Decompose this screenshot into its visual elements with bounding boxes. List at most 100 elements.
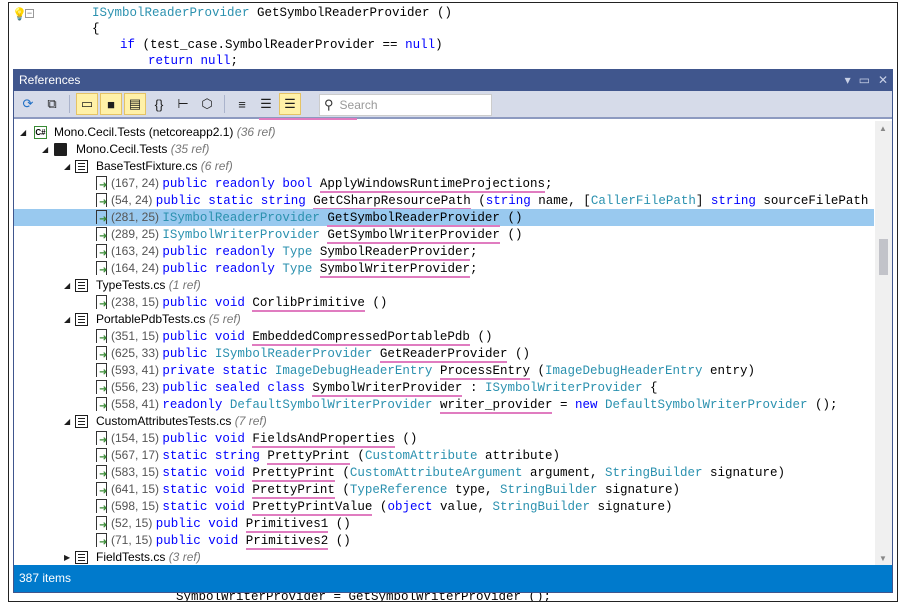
reference-row[interactable]: (583, 15) static void PrettyPrint (Custo… (14, 464, 874, 482)
reference-icon (96, 295, 107, 310)
collapse-arrow-icon[interactable]: ◢ (64, 311, 70, 328)
file-node[interactable]: ◢ TypeTests.cs (1 ref) (14, 277, 874, 294)
file-node[interactable]: ◢ CustomAttributesTests.cs (7 ref) (14, 413, 874, 430)
code-token: () (507, 347, 530, 361)
reference-row[interactable]: (167, 24) public readonly bool ApplyWind… (14, 175, 874, 193)
file-label: BaseTestFixture.cs (6 ref) (96, 158, 233, 175)
reference-row[interactable]: (164, 24) public readonly Type SymbolWri… (14, 260, 874, 278)
code-token: null (405, 38, 436, 52)
panel-titlebar: References ▾ ▭ ✕ (14, 70, 892, 91)
file-label: TypeTests.cs (1 ref) (96, 277, 201, 294)
scroll-down-icon[interactable]: ▼ (879, 554, 887, 563)
toolbar-separator (69, 95, 70, 113)
group-assembly-button[interactable]: ⬡ (196, 93, 218, 115)
reference-row[interactable]: (641, 15) static void PrettyPrint (TypeR… (14, 481, 874, 499)
reference-row[interactable]: (351, 15) public void EmbeddedCompressed… (14, 328, 874, 346)
new-window-button[interactable]: ⧉ (41, 93, 63, 115)
reference-position: (641, 15) (111, 482, 163, 496)
code-token: if (120, 38, 143, 52)
refresh-icon: ⟳ (22, 96, 34, 111)
reference-row[interactable]: (625, 33) public ISymbolReaderProvider G… (14, 345, 874, 363)
group-type-button[interactable]: {} (148, 93, 170, 115)
editor-line: ISymbolReaderProvider GetSymbolReaderPro… (92, 5, 452, 21)
search-input[interactable]: ⚲ Search (319, 94, 492, 116)
group-namespace-button[interactable]: ■ (100, 93, 122, 115)
group-file-button[interactable]: ▤ (124, 93, 146, 115)
group-project-button[interactable]: ▭ (76, 93, 98, 115)
reference-position: (351, 15) (111, 329, 163, 343)
reference-row[interactable]: (598, 15) static void PrettyPrintValue (… (14, 498, 874, 516)
refresh-button[interactable]: ⟳ (17, 93, 39, 115)
collapse-arrow-icon[interactable]: ◢ (64, 277, 70, 294)
reference-icon (96, 346, 107, 361)
reference-row[interactable]: (52, 15) public void Primitives1 () (14, 515, 874, 533)
view-detail-button[interactable]: ☰ (279, 93, 301, 115)
code-token: ( (529, 364, 545, 378)
collapse-icon[interactable]: − (25, 9, 34, 18)
close-icon[interactable]: ✕ (878, 70, 888, 91)
reference-row[interactable]: (289, 25) ISymbolWriterProvider GetSymbo… (14, 226, 874, 244)
project-node[interactable]: ◢ C# Mono.Cecil.Tests (netcoreapp2.1) (36 … (14, 124, 874, 141)
reference-highlight: GetCSharpResourcePath (313, 194, 471, 210)
reference-highlight: GetSymbolReaderProvider (327, 211, 500, 227)
code-token: return (148, 54, 201, 68)
vertical-scrollbar[interactable]: ▲ ▼ (875, 121, 892, 566)
code-token: StringBuilder (604, 466, 703, 480)
reference-icon (96, 499, 107, 514)
reference-position: (558, 41) (111, 397, 163, 411)
reference-count: (7 ref) (234, 414, 267, 428)
lightbulb-icon[interactable]: 💡 (12, 7, 27, 21)
scrollbar-thumb[interactable] (879, 239, 888, 275)
reference-row[interactable]: (71, 15) public void Primitives2 () (14, 532, 874, 550)
code-token: argument, (522, 466, 605, 480)
reference-row[interactable]: (163, 24) public readonly Type SymbolRea… (14, 243, 874, 261)
project-name: Mono.Cecil.Tests (netcoreapp2.1) (54, 125, 237, 139)
reference-highlight: Primitives2 (245, 534, 329, 550)
reference-row[interactable]: (54, 24) public static string GetCSharpR… (14, 192, 874, 210)
reference-icon (96, 533, 107, 548)
code-token: TypeReference (349, 483, 448, 497)
file-label: CustomAttributesTests.cs (7 ref) (96, 413, 267, 430)
reference-highlight: FieldsAndProperties (252, 432, 395, 448)
reference-row[interactable]: (154, 15) public void FieldsAndPropertie… (14, 430, 874, 448)
editor-line: return null; (148, 53, 238, 69)
code-token: ImageDebugHeaderEntry (274, 364, 440, 378)
scroll-up-icon[interactable]: ▲ (879, 124, 887, 133)
dropdown-icon[interactable]: ▾ (845, 70, 851, 91)
reference-row[interactable]: (558, 41) readonly DefaultSymbolWriterPr… (14, 396, 874, 414)
reference-icon (96, 465, 107, 480)
reference-row[interactable]: (238, 15) public void CorlibPrimitive () (14, 294, 874, 312)
file-node[interactable]: ◢ BaseTestFixture.cs (6 ref) (14, 158, 874, 175)
maximize-icon[interactable]: ▭ (859, 70, 870, 91)
reference-icon (96, 448, 107, 463)
collapse-arrow-icon[interactable]: ◢ (20, 124, 26, 141)
reference-icon (96, 193, 107, 208)
code-token: name, [ (530, 194, 591, 208)
highlight-marker (259, 118, 357, 120)
code-editor[interactable]: 💡 − ISymbolReaderProvider GetSymbolReade… (8, 2, 898, 602)
namespace-name: Mono.Cecil.Tests (76, 142, 171, 156)
view-list-button[interactable]: ☰ (255, 93, 277, 115)
file-node[interactable]: ◢ PortablePdbTests.cs (5 ref) (14, 311, 874, 328)
group-project-icon: ▭ (80, 96, 94, 111)
group-member-button[interactable]: ⊢ (172, 93, 194, 115)
reference-count: (36 ref) (236, 125, 276, 139)
expand-arrow-icon[interactable]: ▶ (64, 549, 70, 566)
file-node[interactable]: ▶ FieldTests.cs (3 ref) (14, 549, 874, 566)
collapse-arrow-icon[interactable]: ◢ (64, 413, 70, 430)
collapse-arrow-icon[interactable]: ◢ (64, 158, 70, 175)
reference-row[interactable]: (567, 17) static string PrettyPrint (Cus… (14, 447, 874, 465)
reference-text: (71, 15) public void Primitives2 () (111, 532, 351, 550)
reference-row[interactable]: (281, 25) ISymbolReaderProvider GetSymbo… (14, 209, 874, 227)
code-token: () (328, 517, 351, 531)
reference-position: (625, 33) (111, 346, 163, 360)
view-compact-button[interactable]: ≡ (231, 93, 253, 115)
reference-text: (598, 15) static void PrettyPrintValue (… (111, 498, 673, 516)
reference-row[interactable]: (593, 41) private static ImageDebugHeade… (14, 362, 874, 380)
reference-position: (567, 17) (111, 448, 163, 462)
reference-row[interactable]: (556, 23) public sealed class SymbolWrit… (14, 379, 874, 397)
code-token: ( (372, 500, 388, 514)
collapse-arrow-icon[interactable]: ◢ (42, 141, 48, 158)
file-icon (75, 279, 88, 292)
namespace-node[interactable]: ◢ Mono.Cecil.Tests (35 ref) (14, 141, 874, 158)
